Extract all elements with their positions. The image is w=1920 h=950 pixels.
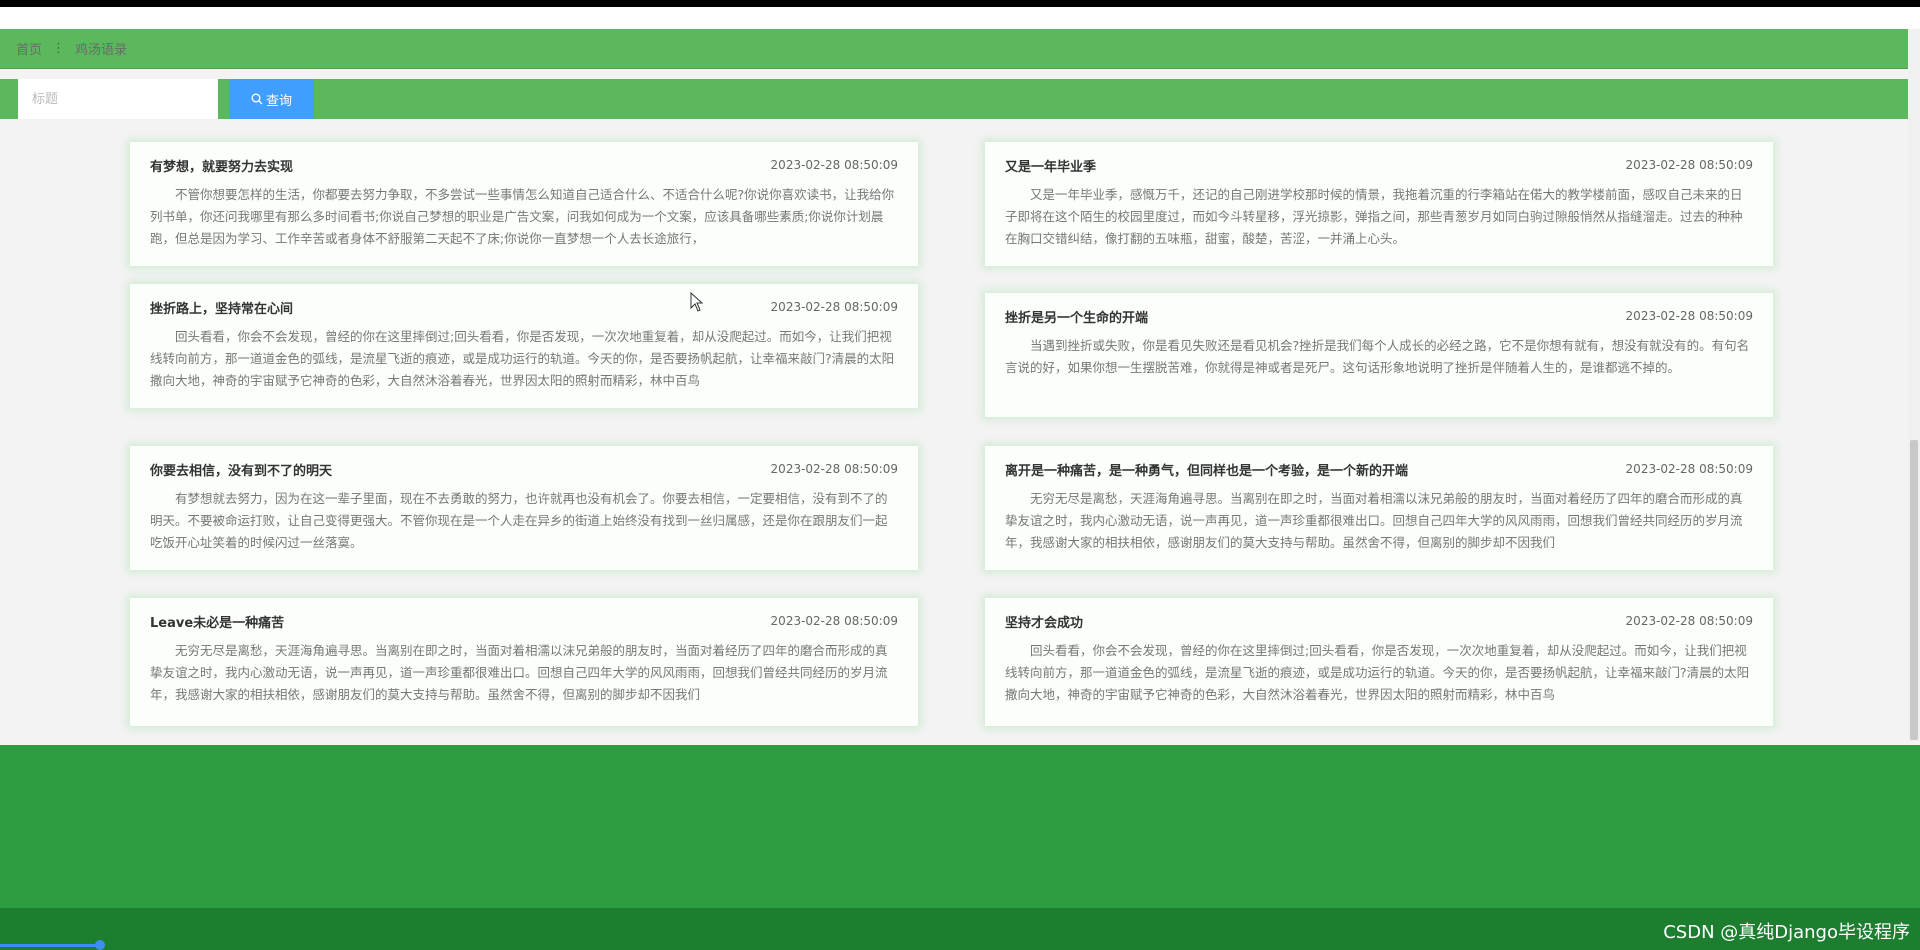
window-top-border: [0, 0, 1920, 7]
post-title[interactable]: 坚持才会成功: [1005, 612, 1083, 631]
post-content: 又是一年毕业季，感慨万千，还记的自己刚进学校那时候的情景，我拖着沉重的行李箱站在…: [1005, 187, 1743, 246]
post-card[interactable]: 又是一年毕业季 2023-02-28 08:50:09 又是一年毕业季，感慨万千…: [985, 142, 1773, 266]
footer-bottom-bar: [0, 908, 1920, 950]
mouse-cursor-icon: [690, 292, 704, 312]
post-title[interactable]: 挫折是另一个生命的开端: [1005, 307, 1148, 326]
breadcrumb-home[interactable]: 首页: [16, 39, 42, 58]
post-title[interactable]: 离开是一种痛苦，是一种勇气，但同样也是一个考验，是一个新的开端: [1005, 460, 1408, 479]
post-content: 无穷无尽是离愁，天涯海角遍寻思。当离别在即之时，当面对着相濡以沫兄弟般的朋友时，…: [150, 643, 888, 702]
post-card[interactable]: 有梦想，就要努力去实现 2023-02-28 08:50:09 不管你想要怎样的…: [130, 142, 918, 266]
post-content: 当遇到挫折或失败，你是看见失败还是看见机会?挫折是我们每个人成长的必经之路，它不…: [1005, 338, 1750, 375]
top-spacer: [0, 7, 1920, 29]
post-content: 有梦想就去努力，因为在这一辈子里面，现在不去勇敢的努力，也许就再也没有机会了。你…: [150, 491, 888, 550]
search-button[interactable]: 查询: [229, 79, 314, 119]
search-bar: 查询: [0, 79, 1908, 119]
post-content: 回头看看，你会不会发现，曾经的你在这里摔倒过;回头看看，你是否发现，一次次地重复…: [1005, 643, 1750, 702]
post-date: 2023-02-28 08:50:09: [770, 300, 898, 314]
post-card[interactable]: 坚持才会成功 2023-02-28 08:50:09 回头看看，你会不会发现，曾…: [985, 598, 1773, 726]
scrollbar-thumb[interactable]: [1910, 440, 1918, 740]
post-date: 2023-02-28 08:50:09: [1625, 158, 1753, 172]
post-date: 2023-02-28 08:50:09: [1625, 462, 1753, 476]
post-date: 2023-02-28 08:50:09: [1625, 614, 1753, 628]
footer: [0, 745, 1920, 908]
video-progress-handle[interactable]: [95, 940, 105, 950]
search-icon: [251, 93, 263, 105]
post-title[interactable]: 你要去相信，没有到不了的明天: [150, 460, 332, 479]
breadcrumb: 首页 ⋮ 鸡汤语录: [0, 29, 1908, 69]
search-button-label: 查询: [265, 93, 292, 109]
post-card[interactable]: 挫折路上，坚持常在心间 2023-02-28 08:50:09 回头看看，你会不…: [130, 284, 918, 408]
post-content: 回头看看，你会不会发现，曾经的你在这里摔倒过;回头看看，你是否发现，一次次地重复…: [150, 329, 895, 388]
post-date: 2023-02-28 08:50:09: [1625, 309, 1753, 323]
post-title[interactable]: Leave未必是一种痛苦: [150, 612, 284, 631]
post-date: 2023-02-28 08:50:09: [770, 462, 898, 476]
title-search-input[interactable]: [18, 79, 218, 119]
post-content: 无穷无尽是离愁，天涯海角遍寻思。当离别在即之时，当面对着相濡以沫兄弟般的朋友时，…: [1005, 491, 1743, 550]
post-card[interactable]: 你要去相信，没有到不了的明天 2023-02-28 08:50:09 有梦想就去…: [130, 446, 918, 570]
post-title[interactable]: 有梦想，就要努力去实现: [150, 156, 293, 175]
watermark: CSDN @真纯Django毕设程序: [1663, 922, 1910, 943]
post-title[interactable]: 又是一年毕业季: [1005, 156, 1096, 175]
post-title[interactable]: 挫折路上，坚持常在心间: [150, 298, 293, 317]
post-card[interactable]: Leave未必是一种痛苦 2023-02-28 08:50:09 无穷无尽是离愁…: [130, 598, 918, 726]
post-content: 不管你想要怎样的生活，你都要去努力争取，不多尝试一些事情怎么知道自己适合什么、不…: [150, 187, 895, 246]
breadcrumb-current: 鸡汤语录: [75, 43, 128, 58]
video-progress-bar[interactable]: [0, 944, 100, 947]
post-date: 2023-02-28 08:50:09: [770, 614, 898, 628]
post-card[interactable]: 离开是一种痛苦，是一种勇气，但同样也是一个考验，是一个新的开端 2023-02-…: [985, 446, 1773, 570]
breadcrumb-separator: ⋮: [52, 41, 66, 56]
post-card[interactable]: 挫折是另一个生命的开端 2023-02-28 08:50:09 当遇到挫折或失败…: [985, 293, 1773, 417]
post-date: 2023-02-28 08:50:09: [770, 158, 898, 172]
